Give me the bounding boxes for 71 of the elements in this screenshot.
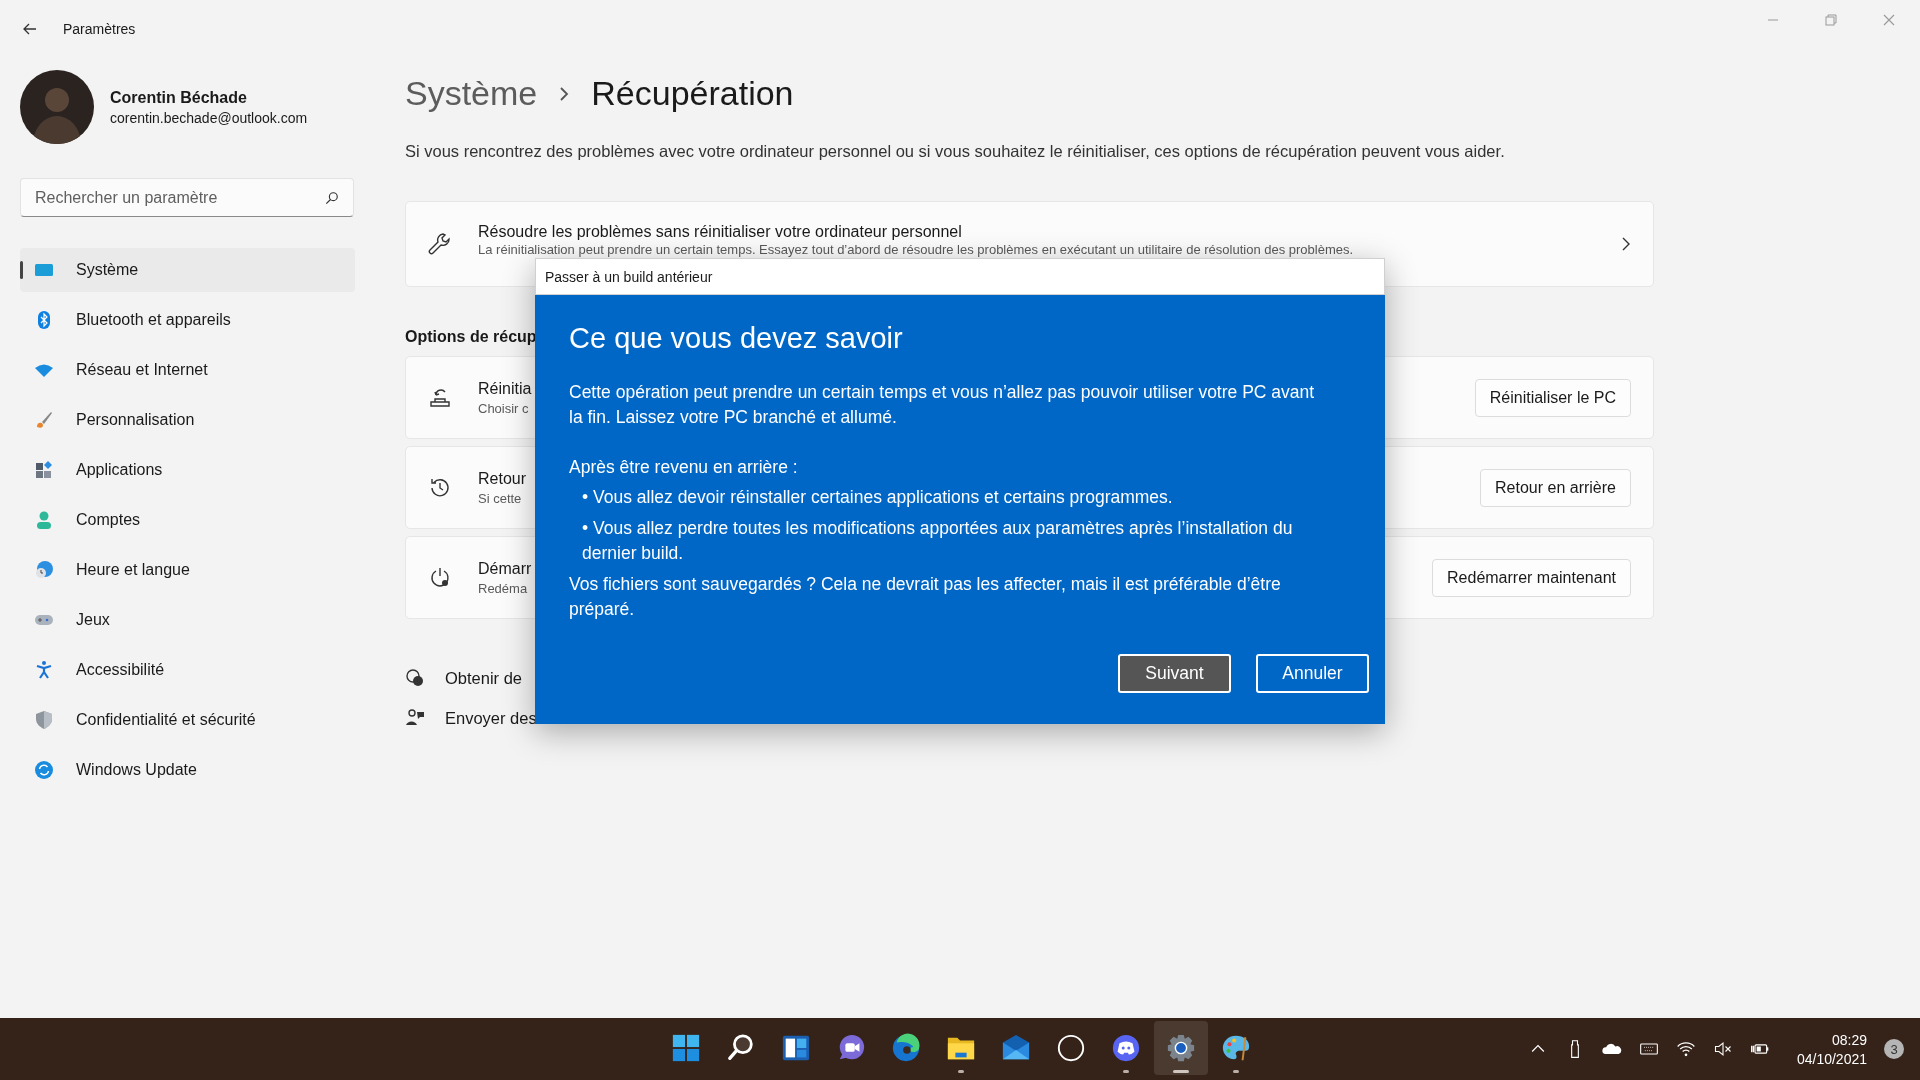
dialog-button[interactable]: Suivant	[1118, 654, 1231, 693]
time-icon	[34, 560, 54, 580]
page-title: Récupération	[591, 74, 794, 113]
nav-item[interactable]: Réseau et Internet	[20, 348, 355, 392]
windows-icon	[671, 1033, 701, 1063]
option-button[interactable]: Réinitialiser le PC	[1474, 378, 1631, 417]
search-icon[interactable]	[325, 190, 339, 205]
clock-date[interactable]: 04/10/2021	[1796, 1050, 1867, 1067]
shield-icon	[34, 710, 54, 730]
nav-item[interactable]: Accessibilité	[20, 648, 355, 692]
account-icon	[34, 510, 54, 530]
wifi-icon[interactable]	[1675, 1039, 1696, 1059]
restart-icon	[428, 565, 452, 590]
feedback-icon	[405, 708, 425, 728]
accessibility-icon	[34, 660, 54, 680]
taskbar-app[interactable]	[1154, 1021, 1208, 1075]
apps-icon	[34, 460, 54, 480]
card-title: Résoudre les problèmes sans réinitialiser votre ordinateur personnel	[478, 222, 962, 241]
option-subtitle: Redéma	[478, 580, 528, 596]
nav-item[interactable]: Applications	[20, 448, 355, 492]
widgets-icon	[781, 1033, 811, 1063]
nav-item[interactable]: Personnalisation	[20, 398, 355, 442]
chevron-right-icon	[559, 86, 570, 101]
search-icon	[726, 1033, 756, 1063]
page-description: Si vous rencontrez des problèmes avec votre ordinateur personnel ou si vous souhaitez le réinitialiser, ces options de récupération peuvent vous aider.	[405, 142, 1506, 161]
card-subtitle: La réinitialisation peut prendre un certain temps. Essayez tout d’abord de résoudre les problèmes en exécutant un utilitaire de résolution des problèmes.	[478, 241, 1354, 257]
update-icon	[34, 760, 54, 780]
nav-item[interactable]: Windows Update	[20, 748, 355, 792]
settings-icon	[1166, 1033, 1196, 1063]
bullet-item: • Vous allez devoir réinstaller certaines applications et certains programmes.	[581, 486, 1174, 509]
brush-icon	[34, 410, 54, 430]
notification-badge[interactable]: 3	[1884, 1039, 1904, 1059]
option-subtitle: Si cette	[478, 490, 522, 506]
account-name: Corentin Béchade	[110, 88, 248, 107]
account-email: corentin.bechade@outlook.com	[110, 109, 308, 126]
chat-bubble-icon	[1111, 1033, 1141, 1063]
dialog-button[interactable]: Annuler	[1256, 654, 1369, 693]
option-button[interactable]: Redémarrer maintenant	[1432, 558, 1631, 597]
option-button[interactable]: Retour en arrière	[1480, 468, 1631, 507]
search-box[interactable]: Rechercher un paramètre	[20, 178, 354, 217]
option-title: Démarr	[478, 559, 532, 578]
window-title: Paramètres	[63, 21, 136, 37]
help-link[interactable]: Envoyer des	[445, 708, 537, 728]
back-icon[interactable]	[22, 21, 38, 37]
muted-speaker-icon[interactable]	[1712, 1039, 1733, 1059]
nav-item[interactable]: Confidentialité et sécurité	[20, 698, 355, 742]
option-title: Retour	[478, 469, 527, 488]
dialog-paragraph: Cette opération peut prendre un certain temps et vous n’allez pas pouvoir utiliser votre PC avant la fin. Laissez votre PC branché et allumé.	[569, 381, 1316, 429]
option-subtitle: Choisir c	[478, 400, 529, 416]
dialog-title: Passer à un build antérieur	[545, 268, 713, 285]
nav-item[interactable]: Bluetooth et appareils	[20, 298, 355, 342]
circle-logo-icon	[1056, 1033, 1086, 1063]
option-title: Réinitia	[478, 379, 532, 398]
nav-item[interactable]: Heure et langue	[20, 548, 355, 592]
search-field[interactable]: Rechercher un paramètre	[35, 188, 325, 207]
chevron-right-icon	[1621, 237, 1631, 251]
nav-item[interactable]: Comptes	[20, 498, 355, 542]
browser-icon	[891, 1033, 921, 1063]
close-icon[interactable]	[1883, 14, 1895, 26]
help-link[interactable]: Obtenir de	[445, 668, 523, 688]
clock-time[interactable]: 08:29	[1831, 1031, 1867, 1048]
palette-icon	[1221, 1033, 1251, 1063]
list-title: Après être revenu en arrière :	[569, 456, 799, 479]
section-title: Options de récup	[405, 328, 537, 346]
breadcrumb-parent[interactable]: Système	[405, 74, 538, 113]
dialog-paragraph: Vos fichiers sont sauvegardés ? Cela ne devrait pas les affecter, mais il est préférable d’être préparé.	[569, 573, 1282, 621]
nav-item[interactable]: Système	[20, 248, 355, 292]
nav-item[interactable]: Jeux	[20, 598, 355, 642]
bullet-item: • Vous allez perdre toutes les modifications apportées aux paramètres après l’installation du dernier build.	[581, 517, 1294, 565]
wrench-icon	[428, 232, 452, 256]
dialog-heading: Ce que vous devez savoir	[569, 322, 904, 355]
